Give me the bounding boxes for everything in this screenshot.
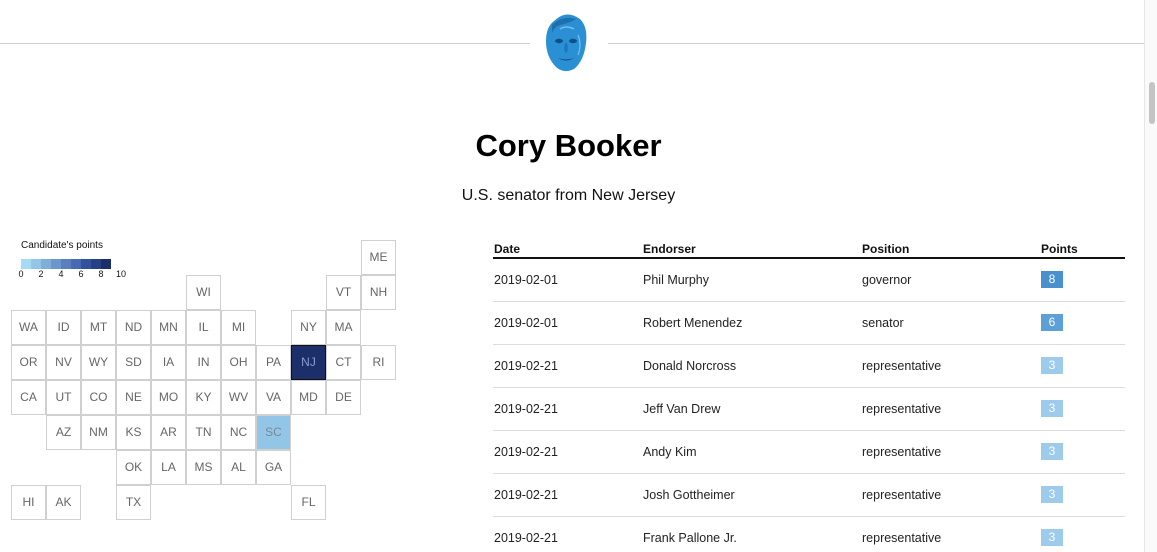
state-tile-ut[interactable]: UT <box>46 380 81 415</box>
row-points-badge: 3 <box>1041 357 1063 374</box>
state-tile-ma[interactable]: MA <box>326 310 361 345</box>
state-tile-ia[interactable]: IA <box>151 345 186 380</box>
state-tile-sc[interactable]: SC <box>256 415 291 450</box>
state-tile-ak[interactable]: AK <box>46 485 81 520</box>
row-date: 2019-02-21 <box>494 531 558 545</box>
table-row: 2019-02-01 Robert Menendez senator 6 <box>493 302 1125 345</box>
state-tile-nv[interactable]: NV <box>46 345 81 380</box>
state-tile-wa[interactable]: WA <box>11 310 46 345</box>
state-tile-md[interactable]: MD <box>291 380 326 415</box>
state-tile-wi[interactable]: WI <box>186 275 221 310</box>
state-tile-mi[interactable]: MI <box>221 310 256 345</box>
table-header: Date Endorser Position Points <box>493 240 1125 259</box>
table-row: 2019-02-21 Jeff Van Drew representative 3 <box>493 388 1125 431</box>
state-tile-va[interactable]: VA <box>256 380 291 415</box>
row-points-badge: 8 <box>1041 271 1063 288</box>
state-tile-ct[interactable]: CT <box>326 345 361 380</box>
state-tile-id[interactable]: ID <box>46 310 81 345</box>
state-tile-hi[interactable]: HI <box>11 485 46 520</box>
table-row: 2019-02-21 Donald Norcross representative 3 <box>493 345 1125 388</box>
state-tile-ky[interactable]: KY <box>186 380 221 415</box>
header-divider-right <box>608 43 1144 44</box>
table-row: 2019-02-21 Andy Kim representative 3 <box>493 431 1125 474</box>
row-points-badge: 3 <box>1041 486 1063 503</box>
state-tile-wv[interactable]: WV <box>221 380 256 415</box>
state-tile-tn[interactable]: TN <box>186 415 221 450</box>
state-tile-nh[interactable]: NH <box>361 275 396 310</box>
row-position: senator <box>862 316 904 330</box>
scrollbar-thumb[interactable] <box>1149 82 1155 124</box>
state-tile-pa[interactable]: PA <box>256 345 291 380</box>
row-position: representative <box>862 488 942 502</box>
row-date: 2019-02-21 <box>494 402 558 416</box>
row-endorser: Andy Kim <box>643 445 697 459</box>
state-tile-ms[interactable]: MS <box>186 450 221 485</box>
state-tile-az[interactable]: AZ <box>46 415 81 450</box>
state-tile-ne[interactable]: NE <box>116 380 151 415</box>
header-endorser[interactable]: Endorser <box>643 242 696 256</box>
state-tile-me[interactable]: ME <box>361 240 396 275</box>
state-tile-ar[interactable]: AR <box>151 415 186 450</box>
table-row: 2019-02-01 Phil Murphy governor 8 <box>493 259 1125 302</box>
state-tile-ny[interactable]: NY <box>291 310 326 345</box>
state-tile-il[interactable]: IL <box>186 310 221 345</box>
state-tile-nd[interactable]: ND <box>116 310 151 345</box>
state-tile-ok[interactable]: OK <box>116 450 151 485</box>
row-endorser: Jeff Van Drew <box>643 402 721 416</box>
row-date: 2019-02-21 <box>494 359 558 373</box>
state-tile-ca[interactable]: CA <box>11 380 46 415</box>
state-tile-fl[interactable]: FL <box>291 485 326 520</box>
state-tile-tx[interactable]: TX <box>116 485 151 520</box>
header-date[interactable]: Date <box>494 242 520 256</box>
endorsements-table: Date Endorser Position Points 2019-02-01… <box>493 240 1125 552</box>
row-endorser: Donald Norcross <box>643 359 737 373</box>
state-tile-sd[interactable]: SD <box>116 345 151 380</box>
candidate-portrait-icon <box>546 14 587 72</box>
row-points-badge: 3 <box>1041 529 1063 546</box>
row-date: 2019-02-01 <box>494 316 558 330</box>
state-tile-ri[interactable]: RI <box>361 345 396 380</box>
state-tile-mo[interactable]: MO <box>151 380 186 415</box>
state-tile-wy[interactable]: WY <box>81 345 116 380</box>
state-tile-in[interactable]: IN <box>186 345 221 380</box>
row-endorser: Phil Murphy <box>643 273 709 287</box>
table-row: 2019-02-21 Josh Gottheimer representative 3 <box>493 474 1125 517</box>
table-row: 2019-02-21 Frank Pallone Jr. representativ… <box>493 517 1125 552</box>
page-scrollbar[interactable] <box>1144 0 1157 552</box>
state-tile-vt[interactable]: VT <box>326 275 361 310</box>
row-position: representative <box>862 445 942 459</box>
state-tile-la[interactable]: LA <box>151 450 186 485</box>
state-tile-map: ME WI VT NH WA ID MT ND MN IL MI NY MA OR NV WY SD IA IN OH… <box>0 0 420 552</box>
state-tile-ga[interactable]: GA <box>256 450 291 485</box>
state-tile-al[interactable]: AL <box>221 450 256 485</box>
state-tile-or[interactable]: OR <box>11 345 46 380</box>
row-endorser: Josh Gottheimer <box>643 488 735 502</box>
state-tile-nm[interactable]: NM <box>81 415 116 450</box>
state-tile-de[interactable]: DE <box>326 380 361 415</box>
state-tile-ks[interactable]: KS <box>116 415 151 450</box>
row-endorser: Frank Pallone Jr. <box>643 531 737 545</box>
state-tile-co[interactable]: CO <box>81 380 116 415</box>
row-position: representative <box>862 359 942 373</box>
row-date: 2019-02-21 <box>494 445 558 459</box>
row-date: 2019-02-21 <box>494 488 558 502</box>
table-body: 2019-02-01 Phil Murphy governor 8 2019-02-01… <box>493 259 1125 552</box>
header-position[interactable]: Position <box>862 242 909 256</box>
row-points-badge: 3 <box>1041 400 1063 417</box>
row-position: representative <box>862 531 942 545</box>
state-tile-nc[interactable]: NC <box>221 415 256 450</box>
state-tile-oh[interactable]: OH <box>221 345 256 380</box>
header-points[interactable]: Points <box>1041 242 1078 256</box>
state-tile-mt[interactable]: MT <box>81 310 116 345</box>
row-points-badge: 3 <box>1041 443 1063 460</box>
row-endorser: Robert Menendez <box>643 316 743 330</box>
row-position: governor <box>862 273 912 287</box>
row-date: 2019-02-01 <box>494 273 558 287</box>
row-points-badge: 6 <box>1041 314 1063 331</box>
row-position: representative <box>862 402 942 416</box>
state-tile-mn[interactable]: MN <box>151 310 186 345</box>
state-tile-nj[interactable]: NJ <box>291 345 326 380</box>
